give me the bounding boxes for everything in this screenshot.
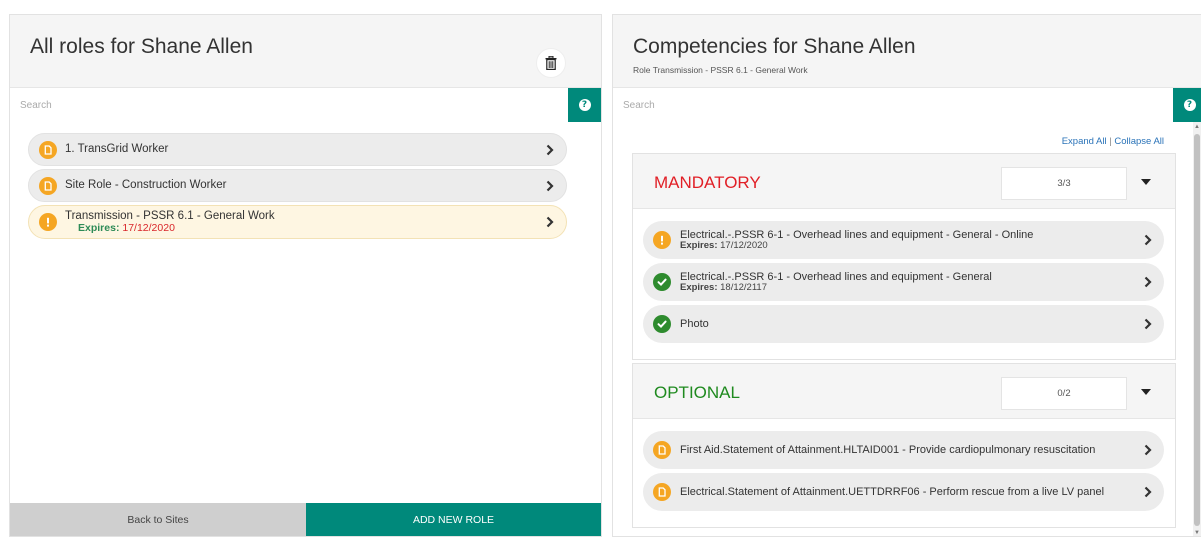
collapse-all-link[interactable]: Collapse All [1114,136,1164,147]
link-separator: | [1109,136,1112,147]
caret-down-icon[interactable] [1141,179,1151,185]
document-icon [39,140,57,159]
page-title: All roles for Shane Allen [30,35,253,58]
chevron-right-icon[interactable] [1144,444,1152,456]
document-icon [653,483,671,501]
chevron-right-icon[interactable] [1144,234,1152,246]
expires-label: Expires: [680,239,718,251]
scroll-down-icon[interactable]: ▼ [1194,530,1200,536]
competency-item[interactable]: Electrical.-.PSSR 6-1 - Overhead lines a… [643,263,1164,301]
competency-item[interactable]: Electrical.-.PSSR 6-1 - Overhead lines a… [643,221,1164,259]
section-header[interactable]: OPTIONAL 0/2 [633,364,1175,419]
section-count: 3/3 [1001,167,1127,200]
check-icon [653,315,671,333]
competencies-search-input[interactable] [613,88,1173,122]
check-icon [653,273,671,291]
competencies-help-button[interactable]: ? [1173,88,1201,122]
section-optional: OPTIONAL 0/2 First Aid.Statement of Attain… [632,363,1176,528]
document-icon [653,441,671,459]
chevron-right-icon[interactable] [1144,486,1152,498]
competency-list: First Aid.Statement of Attainment.HLTAID… [633,419,1175,511]
chevron-right-icon[interactable] [546,216,554,228]
caret-down-icon[interactable] [1141,389,1151,395]
competencies-search-row: ? [613,88,1201,122]
expires-date: 17/12/2020 [122,221,175,234]
competencies-subtitle: Role Transmission - PSSR 6.1 - General W… [633,65,808,75]
role-list-item[interactable]: Transmission - PSSR 6.1 - General Work Ex… [28,205,567,239]
competency-item[interactable]: Photo [643,305,1164,343]
expand-collapse-links: Expand All | Collapse All [1062,136,1164,147]
competency-label: Photo [680,317,709,330]
role-list-item[interactable]: Site Role - Construction Worker [28,169,567,202]
chevron-right-icon[interactable] [1144,318,1152,330]
expires-date: 17/12/2020 [720,239,768,251]
back-to-sites-button[interactable]: Back to Sites [10,503,306,536]
role-text: Transmission - PSSR 6.1 - General Work Ex… [65,210,275,233]
scroll-thumb[interactable] [1194,134,1200,526]
delete-button[interactable] [536,48,566,78]
expires-label: Expires: [680,281,718,293]
scroll-up-icon[interactable]: ▲ [1194,124,1200,130]
competency-text: Electrical.-.PSSR 6-1 - Overhead lines a… [680,229,1033,251]
role-text: Site Role - Construction Worker [65,179,226,191]
competency-expiry: Expires: 18/12/2117 [680,283,992,293]
section-header[interactable]: MANDATORY 3/3 [633,154,1175,209]
roles-help-button[interactable]: ? [568,88,601,122]
roles-panel-header: All roles for Shane Allen [10,15,601,88]
add-new-role-button[interactable]: ADD NEW ROLE [306,503,601,536]
trash-icon [545,56,557,70]
roles-search-input[interactable] [10,88,568,122]
role-list-item[interactable]: 1. TransGrid Worker [28,133,567,166]
role-label: Site Role - Construction Worker [65,179,227,192]
competency-item[interactable]: Electrical.Statement of Attainment.UETTD… [643,473,1164,511]
chevron-right-icon[interactable] [1144,276,1152,288]
scrollbar[interactable]: ▲ ▼ [1193,122,1201,536]
competency-list: Electrical.-.PSSR 6-1 - Overhead lines a… [633,209,1175,343]
expand-all-link[interactable]: Expand All [1062,136,1107,147]
exclamation-icon [39,213,57,231]
competencies-panel: Competencies for Shane Allen Role Transm… [612,14,1201,537]
roles-panel: All roles for Shane Allen ? 1. TransGrid… [9,14,602,537]
roles-search-row: ? [10,88,601,122]
help-icon: ? [1183,99,1196,111]
section-count: 0/2 [1001,377,1127,410]
section-title: OPTIONAL [654,383,740,402]
chevron-right-icon[interactable] [546,144,554,156]
section-mandatory: MANDATORY 3/3 Electrical.-.PSSR 6-1 - Over… [632,153,1176,360]
role-list: 1. TransGrid Worker Site Role - Construct… [10,122,601,239]
competency-item[interactable]: First Aid.Statement of Attainment.HLTAID… [643,431,1164,469]
role-text: 1. TransGrid Worker [65,143,168,155]
bottom-action-bar: Back to Sites ADD NEW ROLE [10,503,601,536]
expires-date: 18/12/2117 [720,281,767,293]
competencies-panel-header: Competencies for Shane Allen Role Transm… [613,15,1201,88]
document-icon [39,176,57,195]
exclamation-icon [653,231,671,249]
competency-text: Electrical.Statement of Attainment.UETTD… [680,485,1105,498]
competency-text: First Aid.Statement of Attainment.HLTAID… [680,443,1096,456]
section-title: MANDATORY [654,173,761,192]
role-label: 1. TransGrid Worker [65,143,169,156]
chevron-right-icon[interactable] [546,180,554,192]
competencies-title: Competencies for Shane Allen [633,35,916,58]
competency-label: First Aid.Statement of Attainment.HLTAID… [680,443,1096,456]
competency-label: Electrical.Statement of Attainment.UETTD… [680,485,1105,498]
competency-text: Electrical.-.PSSR 6-1 - Overhead lines a… [680,271,992,293]
competency-expiry: Expires: 17/12/2020 [680,241,1033,251]
help-icon: ? [578,99,591,111]
role-expiry: Expires: 17/12/2020 [78,221,275,234]
competency-text: Photo [680,317,709,330]
expires-label: Expires: [78,221,120,234]
